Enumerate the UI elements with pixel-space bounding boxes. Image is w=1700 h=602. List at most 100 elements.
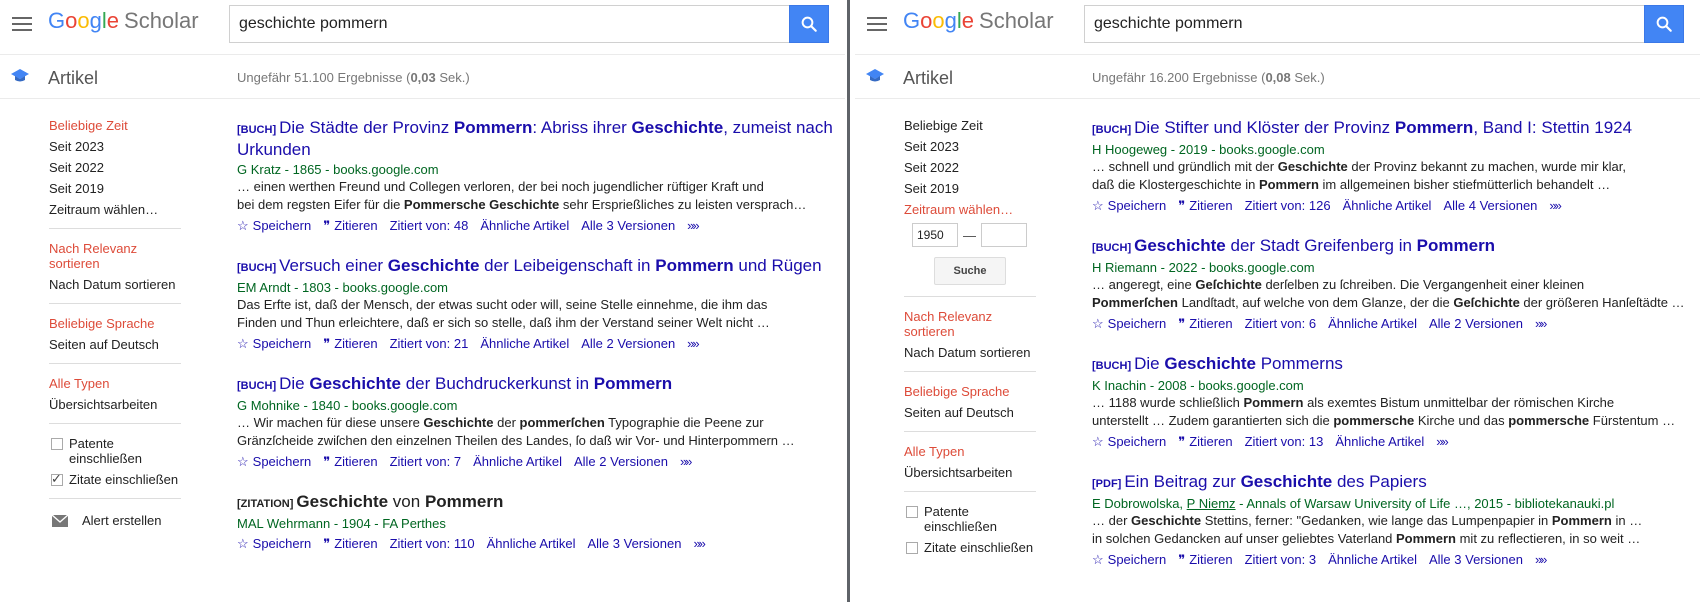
type-item[interactable]: Alle Typen (904, 444, 1036, 459)
checkbox-row[interactable]: Zitate einschließen (904, 540, 1036, 555)
sort-item[interactable]: Nach Relevanz sortieren (904, 309, 1036, 339)
checkbox-row[interactable]: Zitate einschließen (49, 471, 181, 487)
range-to-input[interactable] (981, 223, 1027, 247)
time-filter-item[interactable]: Seit 2023 (904, 139, 1036, 154)
save-link[interactable]: ☆ Speichern (237, 453, 311, 470)
cited-by-link[interactable]: Zitiert von: 110 (390, 535, 475, 552)
search-button[interactable] (1644, 5, 1684, 43)
time-filter-item[interactable]: Beliebige Zeit (49, 118, 181, 133)
time-filter-item[interactable]: Seit 2019 (904, 181, 1036, 196)
save-link[interactable]: ☆ Speichern (1092, 433, 1166, 450)
result-title[interactable]: [BUCH] Die Geschichte der Buchdruckerkuns… (237, 374, 837, 396)
type-item[interactable]: Alle Typen (49, 376, 181, 391)
time-filter-item[interactable]: Seit 2023 (49, 139, 181, 154)
google-scholar-logo[interactable]: Google Scholar (48, 8, 199, 34)
text-run: … 1188 wurde schließlich (1092, 395, 1244, 410)
related-articles-link[interactable]: Ähnliche Artikel (1328, 551, 1417, 568)
more-chevron-icon[interactable]: »» (1549, 197, 1562, 214)
google-scholar-logo[interactable]: Google Scholar (903, 8, 1054, 34)
menu-icon[interactable] (865, 13, 889, 33)
related-articles-link[interactable]: Ähnliche Artikel (473, 453, 562, 470)
cite-link[interactable]: ❞ Zitieren (323, 217, 377, 234)
cited-by-link[interactable]: Zitiert von: 48 (390, 217, 469, 234)
versions-link[interactable]: Alle 3 Versionen (581, 217, 675, 234)
time-filter-item[interactable]: Seit 2022 (49, 160, 181, 175)
related-articles-link[interactable]: Ähnliche Artikel (487, 535, 576, 552)
cited-by-link[interactable]: Zitiert von: 21 (390, 335, 469, 352)
range-search-button[interactable]: Suche (934, 257, 1006, 285)
time-filter-item[interactable]: Beliebige Zeit (904, 118, 1036, 133)
versions-link[interactable]: Alle 3 Versionen (1429, 551, 1523, 568)
save-label: Speichern (1107, 552, 1167, 567)
range-from-input[interactable] (912, 223, 958, 247)
time-filter-item[interactable]: Zeitraum wählen… (49, 202, 181, 217)
create-alert-button[interactable]: Alert erstellen (49, 513, 181, 528)
checkbox-row[interactable]: Patente einschließen (904, 504, 1036, 534)
cited-by-link[interactable]: Zitiert von: 7 (390, 453, 462, 470)
cited-by-link[interactable]: Zitiert von: 6 (1245, 315, 1317, 332)
cite-link[interactable]: ❞ Zitieren (1178, 197, 1232, 214)
versions-link[interactable]: Alle 3 Versionen (587, 535, 681, 552)
search-input[interactable]: geschichte pommern (229, 5, 789, 43)
language-item[interactable]: Beliebige Sprache (904, 384, 1036, 399)
sort-item[interactable]: Nach Relevanz sortieren (49, 241, 181, 271)
sort-item[interactable]: Nach Datum sortieren (49, 277, 181, 292)
save-link[interactable]: ☆ Speichern (1092, 551, 1166, 568)
cite-link[interactable]: ❞ Zitieren (1178, 433, 1232, 450)
more-chevron-icon[interactable]: »» (687, 217, 700, 234)
result-title[interactable]: [BUCH] Geschichte der Stadt Greifenberg i… (1092, 236, 1692, 258)
language-item[interactable]: Beliebige Sprache (49, 316, 181, 331)
more-chevron-icon[interactable]: »» (687, 335, 700, 352)
search-input[interactable]: geschichte pommern (1084, 5, 1644, 43)
cited-by-link[interactable]: Zitiert von: 126 (1245, 197, 1331, 214)
type-item[interactable]: Übersichtsarbeiten (904, 465, 1036, 480)
related-articles-link[interactable]: Ähnliche Artikel (1328, 315, 1417, 332)
versions-link[interactable]: Alle 2 Versionen (1429, 315, 1523, 332)
sort-item[interactable]: Nach Datum sortieren (904, 345, 1036, 360)
cite-link[interactable]: ❞ Zitieren (323, 535, 377, 552)
related-articles-link[interactable]: Ähnliche Artikel (1343, 197, 1432, 214)
result-title[interactable]: [ZITATION] Geschichte von Pommern (237, 492, 837, 514)
related-articles-link[interactable]: Ähnliche Artikel (1335, 433, 1424, 450)
result-title[interactable]: [BUCH] Die Städte der Provinz Pommern: Ab… (237, 118, 837, 160)
related-articles-link[interactable]: Ähnliche Artikel (480, 217, 569, 234)
result-title[interactable]: [BUCH] Die Stifter und Klöster der Provin… (1092, 118, 1692, 140)
checkbox[interactable] (51, 471, 63, 487)
checkbox-row[interactable]: Patente einschließen (49, 436, 181, 466)
more-chevron-icon[interactable]: »» (680, 453, 693, 470)
checkbox[interactable] (906, 506, 918, 518)
save-link[interactable]: ☆ Speichern (237, 335, 311, 352)
cite-link[interactable]: ❞ Zitieren (1178, 315, 1232, 332)
menu-icon[interactable] (10, 13, 34, 33)
cite-link[interactable]: ❞ Zitieren (323, 453, 377, 470)
result-title[interactable]: [BUCH] Versuch einer Geschichte der Leibe… (237, 256, 837, 278)
more-chevron-icon[interactable]: »» (1535, 551, 1548, 568)
checkbox[interactable] (906, 542, 918, 554)
type-item[interactable]: Übersichtsarbeiten (49, 397, 181, 412)
versions-link[interactable]: Alle 4 Versionen (1443, 197, 1537, 214)
save-link[interactable]: ☆ Speichern (237, 217, 311, 234)
more-chevron-icon[interactable]: »» (1436, 433, 1449, 450)
author-link[interactable]: P Niemz (1187, 496, 1236, 511)
more-chevron-icon[interactable]: »» (693, 535, 706, 552)
cited-by-link[interactable]: Zitiert von: 3 (1245, 551, 1317, 568)
cite-link[interactable]: ❞ Zitieren (1178, 551, 1232, 568)
time-filter-item[interactable]: Zeitraum wählen… (904, 202, 1036, 217)
save-link[interactable]: ☆ Speichern (237, 535, 311, 552)
result-title[interactable]: [BUCH] Die Geschichte Pommerns (1092, 354, 1692, 376)
result-title[interactable]: [PDF] Ein Beitrag zur Geschichte des Papi… (1092, 472, 1692, 494)
time-filter-item[interactable]: Seit 2022 (904, 160, 1036, 175)
versions-link[interactable]: Alle 2 Versionen (581, 335, 675, 352)
save-link[interactable]: ☆ Speichern (1092, 315, 1166, 332)
checkbox[interactable] (51, 438, 63, 450)
versions-link[interactable]: Alle 2 Versionen (574, 453, 668, 470)
language-item[interactable]: Seiten auf Deutsch (904, 405, 1036, 420)
more-chevron-icon[interactable]: »» (1535, 315, 1548, 332)
cite-link[interactable]: ❞ Zitieren (323, 335, 377, 352)
time-filter-item[interactable]: Seit 2019 (49, 181, 181, 196)
search-button[interactable] (789, 5, 829, 43)
cited-by-link[interactable]: Zitiert von: 13 (1245, 433, 1324, 450)
save-link[interactable]: ☆ Speichern (1092, 197, 1166, 214)
language-item[interactable]: Seiten auf Deutsch (49, 337, 181, 352)
related-articles-link[interactable]: Ähnliche Artikel (480, 335, 569, 352)
